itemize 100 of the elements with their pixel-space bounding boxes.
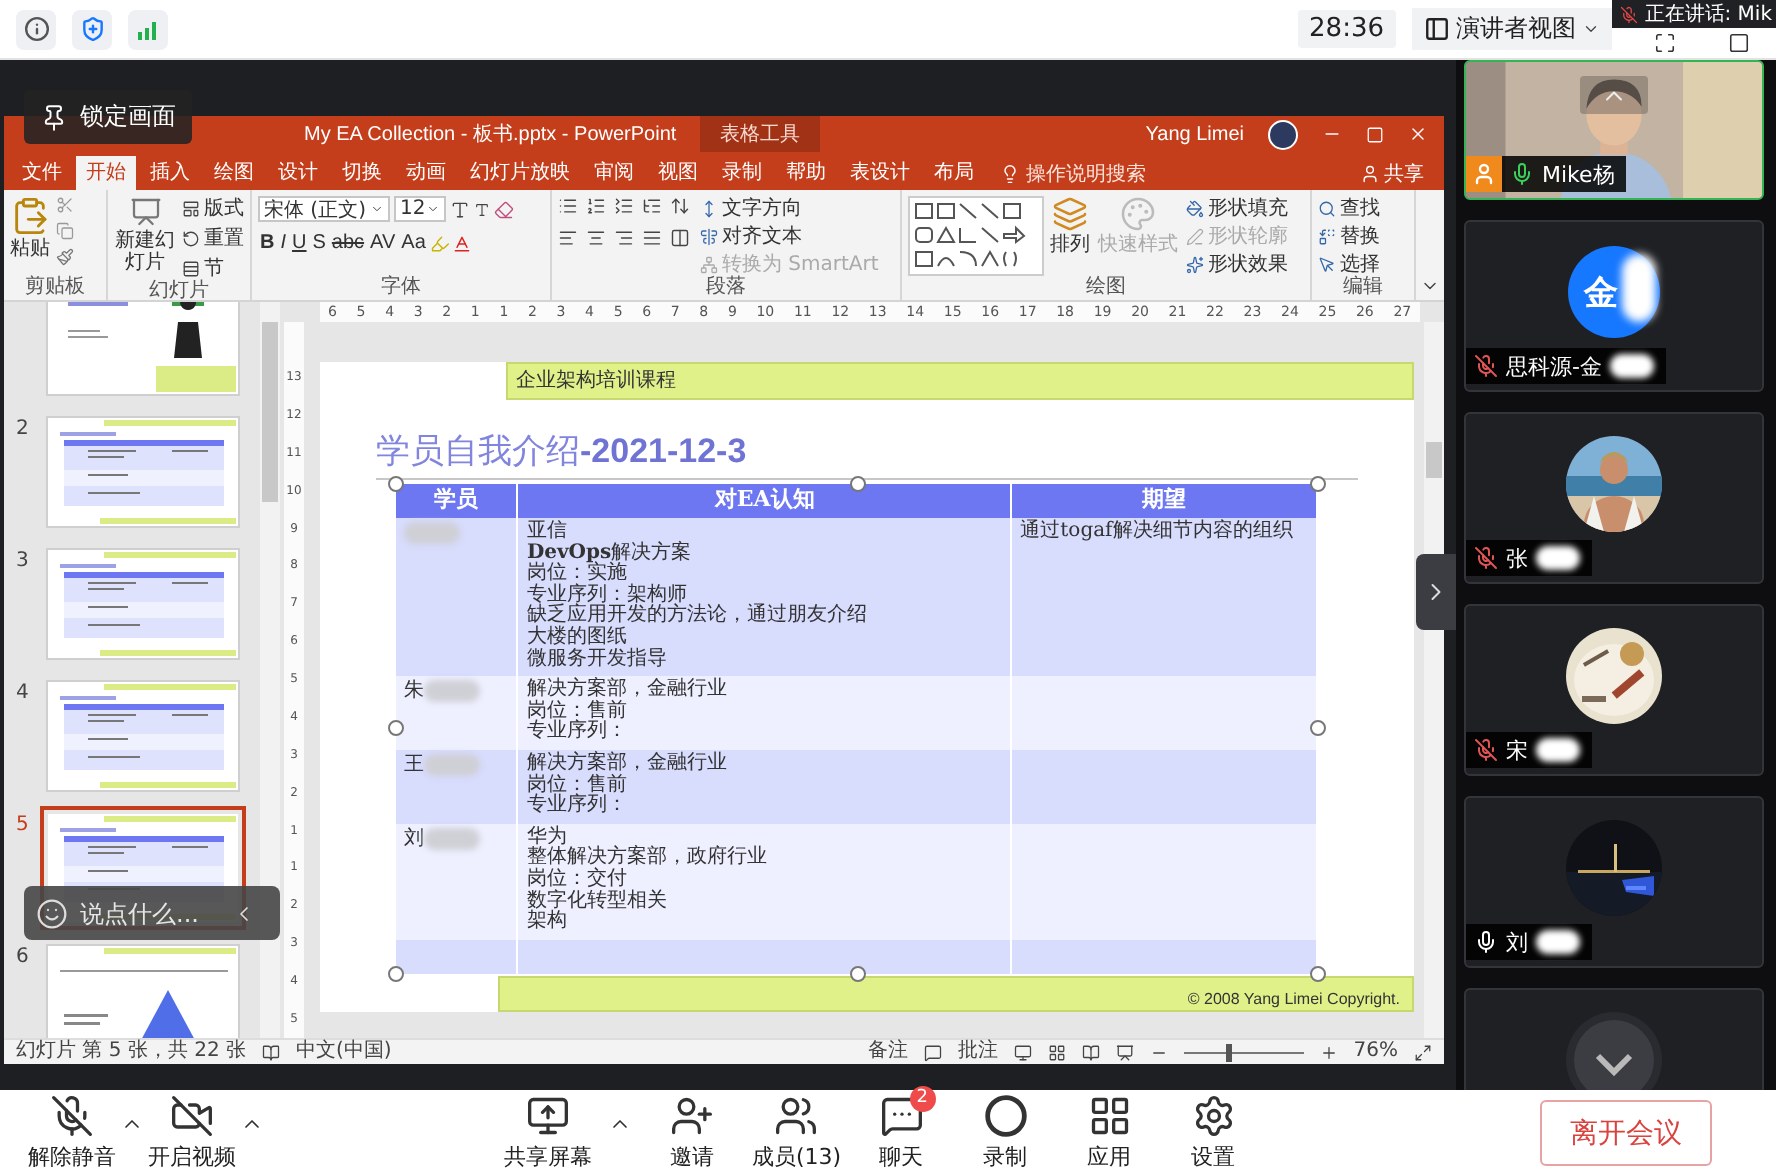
toolbar-button[interactable]: 设置	[1169, 1094, 1258, 1172]
format-button[interactable]: abc	[329, 232, 367, 254]
window-icon[interactable]	[1728, 31, 1750, 53]
toolbar-button[interactable]: 开启视频	[148, 1094, 236, 1172]
shapes-gallery[interactable]	[908, 196, 1044, 276]
resize-handle[interactable]	[849, 476, 865, 492]
slideshow-icon[interactable]	[1115, 1043, 1134, 1061]
info-button[interactable]	[16, 9, 56, 49]
toolbar-button[interactable]: 邀请	[648, 1094, 736, 1172]
collapse-button[interactable]	[1580, 76, 1648, 114]
paste-button[interactable]: 粘贴	[10, 196, 50, 260]
ribbon-tab[interactable]: 绘图	[204, 156, 264, 190]
line-spacing-icon[interactable]	[670, 196, 690, 216]
reading-view-icon[interactable]	[1081, 1043, 1100, 1061]
arrange-button[interactable]: 排列	[1050, 196, 1090, 256]
collapse-handle[interactable]	[1416, 554, 1456, 630]
align-center-icon[interactable]	[586, 228, 606, 248]
toolbar-button[interactable]: 录制	[961, 1094, 1050, 1172]
emoji-icon[interactable]	[36, 897, 68, 929]
leave-meeting-button[interactable]: 离开会议	[1540, 1100, 1712, 1166]
numbering-icon[interactable]	[586, 196, 606, 216]
resize-handle[interactable]	[1310, 720, 1326, 737]
font-name-field[interactable]: 宋体 (正文)	[258, 196, 390, 222]
ribbon-tab[interactable]: 切换	[332, 156, 392, 190]
comments-button[interactable]: 批注	[957, 1040, 998, 1064]
font-size-field[interactable]: 12	[394, 196, 446, 222]
chat-input-field[interactable]: 说点什么...	[80, 899, 220, 927]
ribbon-tab[interactable]: 审阅	[584, 156, 644, 190]
clear-format-icon[interactable]	[494, 199, 514, 219]
ribbon-button[interactable]: 形状填充	[1186, 196, 1288, 220]
fullscreen-icon[interactable]	[1654, 31, 1676, 53]
slide-thumbnail[interactable]	[48, 682, 238, 790]
format-button[interactable]: U	[290, 232, 309, 254]
ribbon-tab[interactable]: 录制	[712, 156, 772, 190]
toolbar-button[interactable]: 共享屏幕	[504, 1094, 592, 1172]
presenter-view-button[interactable]: 演讲者视图	[1412, 8, 1612, 50]
format-button[interactable]: I	[278, 232, 289, 254]
lock-screen-button[interactable]: 锁定画面	[24, 90, 192, 144]
ribbon-tab[interactable]: 视图	[648, 156, 708, 190]
share-button[interactable]: 共享	[1360, 156, 1424, 190]
normal-view-icon[interactable]	[1013, 1043, 1032, 1061]
indent-icon[interactable]	[642, 196, 662, 216]
layout-button[interactable]: 版式	[182, 196, 244, 220]
columns-icon[interactable]	[670, 228, 690, 248]
ribbon-button[interactable]: 选择	[1318, 252, 1380, 276]
ribbon-tab[interactable]: 文件	[12, 156, 72, 190]
ribbon-button[interactable]: 对齐文本	[700, 224, 802, 248]
security-button[interactable]	[72, 9, 112, 49]
resize-handle[interactable]	[388, 965, 404, 982]
ribbon-tab[interactable]: 动画	[396, 156, 456, 190]
zoom-in-icon[interactable]	[1319, 1043, 1338, 1061]
toolbar-button[interactable]: 成员(13)	[752, 1094, 842, 1172]
ribbon-tab[interactable]: 帮助	[776, 156, 836, 190]
section-button[interactable]: 节	[182, 256, 224, 280]
ribbon-button[interactable]: 查找	[1318, 196, 1380, 220]
slide-thumbnail[interactable]	[48, 946, 238, 1038]
ribbon-button[interactable]: 替换	[1318, 224, 1380, 248]
ribbon-button[interactable]: 形状效果	[1186, 252, 1288, 276]
format-painter-icon[interactable]	[56, 248, 74, 266]
format-button[interactable]: Aa	[399, 232, 428, 254]
chat-input-toast[interactable]: 说点什么...	[24, 886, 280, 940]
ribbon-tab[interactable]: 开始	[76, 156, 136, 190]
ribbon-tab[interactable]: 设计	[268, 156, 328, 190]
slide-thumbnail[interactable]	[48, 550, 238, 658]
toolbar-button[interactable]: 解除静音	[28, 1094, 116, 1172]
toolbar-button[interactable]: 应用	[1065, 1094, 1154, 1172]
copy-icon[interactable]	[56, 222, 74, 240]
grow-font-icon[interactable]	[450, 199, 470, 219]
ribbon-tab[interactable]: 幻灯片放映	[460, 156, 580, 190]
slide-thumbnail[interactable]	[48, 302, 238, 394]
slide-thumbnail[interactable]	[48, 418, 238, 526]
restore-icon[interactable]	[1366, 125, 1384, 143]
scissors-icon[interactable]	[56, 196, 74, 214]
fit-icon[interactable]	[1414, 1043, 1432, 1061]
format-button[interactable]: B	[258, 232, 277, 254]
ribbon-tab[interactable]: 表设计	[840, 156, 920, 190]
close-icon[interactable]	[1408, 124, 1428, 144]
shrink-font-icon[interactable]	[474, 201, 490, 217]
resize-handle[interactable]	[388, 720, 404, 737]
ribbon-tab[interactable]: 布局	[924, 156, 984, 190]
tell-me-search[interactable]: 操作说明搜索	[1026, 159, 1146, 187]
align-right-icon[interactable]	[614, 228, 634, 248]
network-button[interactable]	[128, 9, 168, 49]
font-color-icon[interactable]	[451, 233, 472, 253]
sorter-view-icon[interactable]	[1047, 1043, 1066, 1061]
format-button[interactable]: S	[310, 232, 328, 254]
student-name: 王	[404, 754, 424, 777]
reset-button[interactable]: 重置	[182, 226, 244, 250]
ribbon-button[interactable]: 文字方向	[700, 196, 802, 220]
resize-handle[interactable]	[1310, 476, 1326, 492]
bullets-icon[interactable]	[558, 196, 578, 216]
resize-handle[interactable]	[388, 476, 404, 492]
align-left-icon[interactable]	[558, 228, 578, 248]
zoom-thumb[interactable]	[1225, 1043, 1232, 1061]
new-slide-button[interactable]: 新建幻灯片	[114, 196, 176, 274]
notes-button[interactable]: 备注	[867, 1040, 908, 1064]
ribbon-tab[interactable]: 插入	[140, 156, 200, 190]
justify-icon[interactable]	[642, 228, 662, 248]
format-button[interactable]: AV	[368, 232, 398, 254]
outdent-icon[interactable]	[614, 196, 634, 216]
